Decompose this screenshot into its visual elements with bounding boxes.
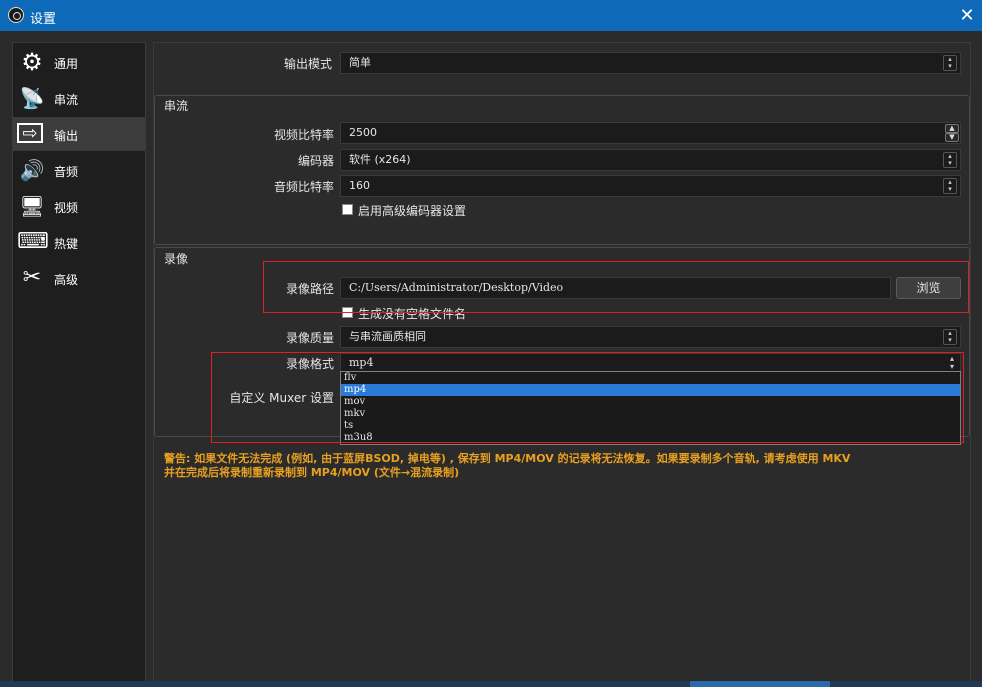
monitor-icon: 🖥 — [19, 194, 45, 218]
recording-format-highlight — [211, 352, 964, 443]
spin-up-icon[interactable]: ▲ — [945, 124, 959, 133]
warning-line-2: 并在完成后将录制重新录制到 MP4/MOV (文件→混流录制) — [164, 466, 460, 479]
sidebar-item-label: 热键 — [54, 237, 79, 251]
output-mode-value: 简单 — [349, 56, 371, 69]
advanced-encoder-label: 启用高级编码器设置 — [358, 204, 467, 218]
video-bitrate-label: 视频比特率 — [273, 128, 334, 142]
output-mode-select[interactable]: 简单 ▴ ▾ — [340, 52, 961, 74]
sidebar-item-label: 串流 — [54, 93, 79, 107]
sidebar-item-label: 音频 — [54, 165, 79, 179]
sidebar-item-video[interactable]: 🖥 视频 — [13, 189, 145, 223]
chevron-updown-icon: ▴ ▾ — [943, 329, 957, 345]
recording-quality-label: 录像质量 — [285, 331, 334, 345]
advanced-encoder-checkbox[interactable] — [342, 204, 353, 215]
close-button[interactable]: ✕ — [952, 0, 982, 31]
obs-logo-icon — [8, 7, 24, 23]
title-bar: 设置 ✕ — [0, 0, 982, 31]
tools-icon: ✂ — [22, 265, 42, 290]
output-icon: ⇨ — [17, 123, 43, 143]
taskbar-active-segment — [690, 681, 830, 687]
sidebar-item-label: 视频 — [54, 201, 79, 215]
sidebar-item-label: 输出 — [54, 129, 79, 143]
spin-down-icon[interactable]: ▼ — [945, 133, 959, 142]
gear-icon: ⚙ — [21, 48, 43, 76]
sidebar-item-hotkeys[interactable]: ⌨ 热键 — [13, 225, 145, 259]
video-bitrate-spinbox[interactable]: 2500 ▲ ▼ — [340, 122, 961, 144]
keyboard-icon: ⌨ — [17, 229, 49, 254]
chevron-updown-icon: ▴ ▾ — [943, 152, 957, 168]
encoder-select[interactable]: 软件 (x264) ▴ ▾ — [340, 149, 961, 171]
broadcast-icon: 📡 — [19, 86, 45, 110]
recording-group-title: 录像 — [164, 252, 189, 266]
audio-bitrate-select[interactable]: 160 ▴ ▾ — [340, 175, 961, 197]
sidebar-item-advanced[interactable]: ✂ 高级 — [13, 261, 145, 295]
sidebar-item-stream[interactable]: 📡 串流 — [13, 81, 145, 115]
settings-sidebar: ⚙ 通用 📡 串流 ⇨ 输出 🔊 音频 🖥 视频 ⌨ 热键 ✂ 高级 — [12, 42, 146, 687]
speaker-icon: 🔊 — [19, 158, 45, 182]
video-bitrate-value: 2500 — [349, 126, 377, 139]
taskbar-strip — [0, 681, 982, 687]
audio-bitrate-value: 160 — [349, 179, 370, 192]
recording-quality-select[interactable]: 与串流画质相同 ▴ ▾ — [340, 326, 961, 348]
chevron-updown-icon: ▴ ▾ — [943, 178, 957, 194]
chevron-updown-icon: ▴ ▾ — [943, 55, 957, 71]
sidebar-item-output[interactable]: ⇨ 输出 — [13, 117, 145, 151]
streaming-group-title: 串流 — [164, 99, 189, 113]
window-title: 设置 — [30, 12, 57, 27]
sidebar-item-label: 高级 — [54, 273, 79, 287]
output-mode-label: 输出模式 — [283, 57, 332, 71]
recording-quality-value: 与串流画质相同 — [349, 330, 426, 343]
recording-path-highlight — [263, 261, 969, 313]
sidebar-item-general[interactable]: ⚙ 通用 — [13, 45, 145, 79]
encoder-label: 编码器 — [297, 154, 334, 168]
encoder-value: 软件 (x264) — [349, 153, 411, 166]
recording-warning: 警告: 如果文件无法完成 (例如, 由于蓝屏BSOD, 掉电等) , 保存到 M… — [164, 452, 964, 480]
audio-bitrate-label: 音频比特率 — [273, 180, 334, 194]
warning-line-1: 警告: 如果文件无法完成 (例如, 由于蓝屏BSOD, 掉电等) , 保存到 M… — [164, 452, 851, 465]
sidebar-item-audio[interactable]: 🔊 音频 — [13, 153, 145, 187]
sidebar-item-label: 通用 — [54, 57, 79, 71]
